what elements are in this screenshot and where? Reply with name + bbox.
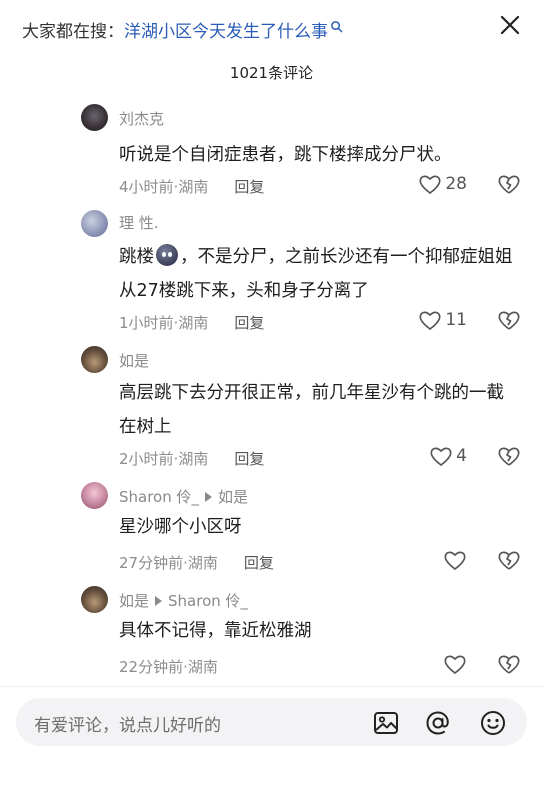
- sticker-emoji-icon: [156, 244, 178, 266]
- heart-icon: [430, 447, 452, 467]
- reply-button[interactable]: 回复: [234, 312, 264, 333]
- comment-author-line: 如是: [119, 350, 149, 371]
- reply-button[interactable]: 回复: [234, 448, 264, 469]
- comment-time: 2小时前: [119, 450, 174, 468]
- comment-author[interactable]: 如是: [119, 350, 149, 371]
- hot-search-bar[interactable]: 大家都在搜： 洋湖小区今天发生了什么事: [22, 14, 483, 44]
- comment-text-part: 跳楼: [119, 247, 154, 267]
- comment-author-line: Sharon 伶_ 如是: [119, 486, 248, 507]
- comment-meta: 22分钟前 · 湖南: [119, 656, 218, 677]
- like-count: 11: [445, 310, 467, 330]
- avatar[interactable]: [81, 104, 108, 131]
- comment-author-line: 刘杰克: [119, 108, 164, 129]
- broken-heart-icon[interactable]: [497, 173, 521, 195]
- comment-text[interactable]: 听说是个自闭症患者，跳下楼摔成分尸状。: [119, 138, 519, 172]
- reply-button[interactable]: 回复: [234, 176, 264, 197]
- avatar[interactable]: [81, 482, 108, 509]
- comment-time: 4小时前: [119, 178, 174, 196]
- reply-arrow-icon: [205, 491, 213, 502]
- comment-text[interactable]: 高层跳下去分开很正常，前几年星沙有个跳的一截在树上: [119, 376, 519, 444]
- comment-meta: 4小时前 · 湖南 回复: [119, 176, 264, 197]
- comment-meta: 2小时前 · 湖南 回复: [119, 448, 264, 469]
- close-icon[interactable]: [497, 12, 523, 38]
- hot-search-prefix: 大家都在搜：: [22, 21, 124, 42]
- like-button[interactable]: 4: [429, 445, 467, 467]
- avatar[interactable]: [81, 346, 108, 373]
- comment-text[interactable]: 具体不记得，靠近松雅湖: [119, 614, 519, 648]
- comment-meta: 1小时前 · 湖南 回复: [119, 312, 264, 333]
- comment-text[interactable]: 星沙哪个小区呀: [119, 510, 519, 544]
- like-button[interactable]: [443, 653, 467, 675]
- heart-icon: [419, 311, 441, 331]
- at-icon[interactable]: [424, 709, 452, 737]
- comment-author[interactable]: 如是: [119, 590, 149, 611]
- reply-arrow-icon: [155, 595, 163, 606]
- avatar[interactable]: [81, 586, 108, 613]
- reply-to-author[interactable]: Sharon 伶_: [168, 590, 248, 611]
- comment-time: 1小时前: [119, 314, 174, 332]
- like-count: 28: [445, 174, 467, 194]
- like-button[interactable]: [443, 549, 467, 571]
- avatar[interactable]: [81, 210, 108, 237]
- comment-author[interactable]: 理 性.: [119, 212, 159, 233]
- reply-button[interactable]: 回复: [244, 552, 274, 573]
- comment-author[interactable]: 刘杰克: [119, 108, 164, 129]
- like-button[interactable]: 11: [418, 309, 467, 331]
- broken-heart-icon[interactable]: [497, 309, 521, 331]
- comment-author-line: 如是 Sharon 伶_: [119, 590, 248, 611]
- comment-location: 湖南: [187, 658, 218, 676]
- comment-location: 湖南: [178, 314, 209, 332]
- hot-search-topic-link[interactable]: 洋湖小区今天发生了什么事: [124, 17, 328, 42]
- broken-heart-icon[interactable]: [497, 653, 521, 675]
- heart-icon: [419, 175, 441, 195]
- divider: [0, 686, 543, 687]
- emoji-icon[interactable]: [479, 709, 507, 737]
- image-icon[interactable]: [372, 709, 400, 737]
- comment-author-line: 理 性.: [119, 212, 159, 233]
- comment-location: 湖南: [178, 178, 209, 196]
- comment-input-bar[interactable]: 有爱评论，说点儿好听的: [16, 698, 527, 746]
- comment-location: 湖南: [187, 554, 218, 572]
- search-icon: [331, 20, 343, 32]
- comment-text[interactable]: 跳楼 ，不是分尸，之前长沙还有一个抑郁症姐姐从27楼跳下来，头和身子分离了: [119, 240, 519, 308]
- comment-location: 湖南: [178, 450, 209, 468]
- heart-icon: [444, 655, 466, 675]
- comment-time: 22分钟前: [119, 658, 184, 676]
- broken-heart-icon[interactable]: [497, 549, 521, 571]
- comment-author[interactable]: Sharon 伶_: [119, 486, 199, 507]
- heart-icon: [444, 551, 466, 571]
- comment-meta: 27分钟前 · 湖南 回复: [119, 552, 274, 573]
- reply-to-author[interactable]: 如是: [218, 486, 248, 507]
- broken-heart-icon[interactable]: [497, 445, 521, 467]
- comment-count-title: 1021条评论: [229, 64, 314, 82]
- comment-text-part: ，不是分尸，之前长沙还有一个抑郁症姐姐从27楼跳下来，头和身子分离了: [119, 247, 513, 301]
- comment-input-placeholder[interactable]: 有爱评论，说点儿好听的: [34, 711, 221, 736]
- comment-time: 27分钟前: [119, 554, 184, 572]
- like-button[interactable]: 28: [418, 173, 467, 195]
- like-count: 4: [456, 446, 467, 466]
